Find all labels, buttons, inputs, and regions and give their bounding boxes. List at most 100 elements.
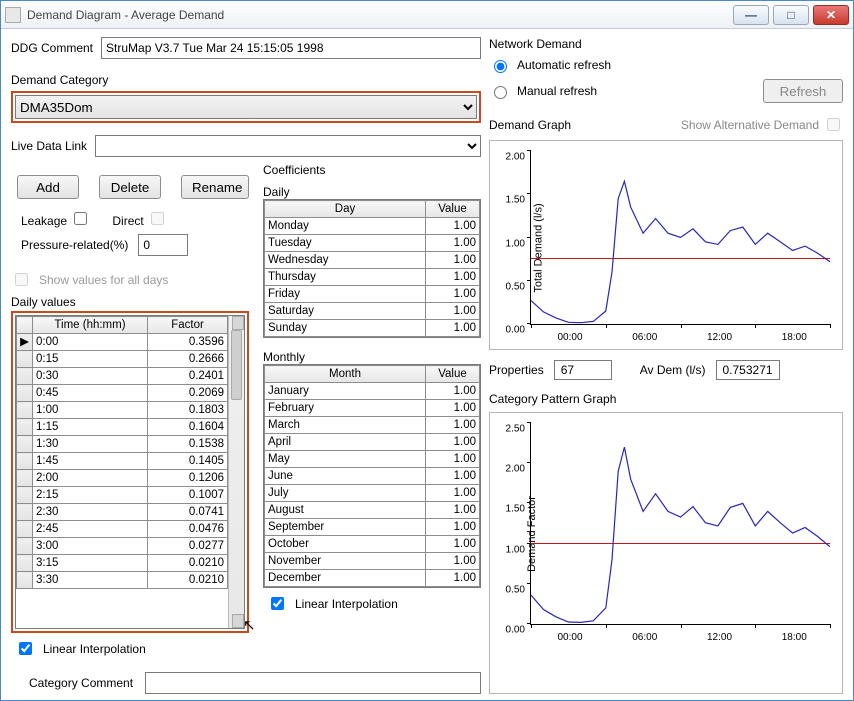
x-tick: 00:00 (557, 332, 582, 343)
y-tick: 1.50 (499, 195, 525, 206)
monthly-coeffs-table[interactable]: Month Value January1.00February1.00March… (264, 365, 480, 587)
x-tick: 18:00 (782, 632, 807, 643)
table-row[interactable]: Saturday1.00 (265, 303, 480, 320)
table-row[interactable]: 1:300.1538 (17, 436, 228, 453)
auto-refresh-radio[interactable] (494, 60, 507, 73)
coefficients-panel: Coefficients Daily Day Value Monday1.00T… (263, 163, 481, 658)
ddg-comment-label: DDG Comment (11, 41, 93, 55)
left-column: DDG Comment Demand Category DMA35Dom Liv… (11, 37, 481, 694)
dailyvalues-table[interactable]: Time (hh:mm) Factor ▶0:000.35960:150.266… (16, 316, 228, 628)
ddg-comment-input[interactable] (101, 37, 481, 59)
table-row[interactable]: 3:300.0210 (17, 572, 228, 589)
table-row[interactable]: August1.00 (265, 502, 480, 519)
x-tick: 06:00 (632, 632, 657, 643)
table-row[interactable]: Wednesday1.00 (265, 252, 480, 269)
leakage-label: Leakage (21, 209, 90, 228)
table-row[interactable]: 0:450.2069 (17, 385, 228, 402)
table-row[interactable]: October1.00 (265, 536, 480, 553)
table-row[interactable]: 1:150.1604 (17, 419, 228, 436)
demand-category-select[interactable]: DMA35Dom (15, 95, 477, 119)
table-row[interactable]: April1.00 (265, 434, 480, 451)
dailyvalues-highlight: Time (hh:mm) Factor ▶0:000.35960:150.266… (11, 311, 249, 633)
table-row[interactable]: 2:000.1206 (17, 470, 228, 487)
y-tick: 1.00 (499, 238, 525, 249)
table-row[interactable]: February1.00 (265, 400, 480, 417)
client-area: DDG Comment Demand Category DMA35Dom Liv… (1, 29, 853, 700)
dailyvalues-header-factor: Factor (148, 317, 228, 334)
y-tick: 0.50 (499, 281, 525, 292)
demand-graph: Total Demand (l/s) 0.000.501.001.502.00 … (489, 140, 843, 350)
table-row[interactable]: Tuesday1.00 (265, 235, 480, 252)
properties-value: 67 (554, 360, 612, 380)
category-comment-label: Category Comment (29, 676, 133, 690)
app-icon (5, 7, 21, 23)
properties-label: Properties (489, 363, 544, 377)
table-row[interactable]: 2:450.0476 (17, 521, 228, 538)
category-comment-input[interactable] (145, 672, 481, 694)
linear-interp-checkbox-1[interactable] (19, 642, 32, 655)
close-button[interactable]: ✕ (813, 5, 849, 25)
leakage-checkbox[interactable] (74, 212, 87, 225)
table-row[interactable]: March1.00 (265, 417, 480, 434)
x-tick: 12:00 (707, 332, 732, 343)
table-row[interactable]: 0:150.2666 (17, 351, 228, 368)
table-row[interactable]: Monday1.00 (265, 218, 480, 235)
table-row[interactable]: 2:300.0741 (17, 504, 228, 521)
maximize-button[interactable]: □ (773, 5, 809, 25)
auto-refresh-label: Automatic refresh (517, 58, 611, 72)
table-row[interactable]: May1.00 (265, 451, 480, 468)
dailyvalues-panel: Add Delete Rename Leakage Direct Pressur… (11, 163, 249, 658)
table-row[interactable]: ▶0:000.3596 (17, 334, 228, 351)
pressure-label: Pressure-related(%) (21, 238, 128, 252)
minimize-button[interactable]: — (733, 5, 769, 25)
direct-checkbox (151, 212, 164, 225)
showall-label: Show values for all days (39, 273, 168, 287)
table-row[interactable]: September1.00 (265, 519, 480, 536)
y-tick: 0.00 (499, 325, 525, 336)
pressure-input[interactable] (138, 234, 188, 256)
table-row[interactable]: Thursday1.00 (265, 269, 480, 286)
table-row[interactable]: 1:450.1405 (17, 453, 228, 470)
table-row[interactable]: Friday1.00 (265, 286, 480, 303)
add-button[interactable]: Add (17, 175, 79, 199)
manual-refresh-label: Manual refresh (517, 84, 597, 98)
x-tick: 18:00 (782, 332, 807, 343)
dailyvalues-title: Daily values (11, 295, 249, 309)
table-row[interactable]: January1.00 (265, 383, 480, 400)
table-row[interactable]: 3:150.0210 (17, 555, 228, 572)
table-row[interactable]: Sunday1.00 (265, 320, 480, 337)
y-tick: 2.50 (499, 424, 525, 435)
linear-interp-checkbox-2[interactable] (271, 597, 284, 610)
right-column: Network Demand Automatic refresh Manual … (489, 37, 843, 694)
app-window: Demand Diagram - Average Demand — □ ✕ DD… (0, 0, 854, 701)
x-tick: 12:00 (707, 632, 732, 643)
manual-refresh-radio[interactable] (494, 86, 507, 99)
table-row[interactable]: June1.00 (265, 468, 480, 485)
monthly-coeff-header-month: Month (265, 366, 426, 383)
table-row[interactable]: November1.00 (265, 553, 480, 570)
coeff-monthly-label: Monthly (263, 350, 481, 364)
y-tick: 1.00 (499, 544, 525, 555)
rename-button[interactable]: Rename (181, 175, 249, 199)
dailyvalues-header-time: Time (hh:mm) (33, 317, 148, 334)
dailyvalues-scrollbar[interactable] (228, 316, 244, 628)
x-tick: 00:00 (557, 632, 582, 643)
livedata-select[interactable] (95, 135, 481, 157)
linear-interp-label-2: Linear Interpolation (295, 597, 398, 611)
y-tick: 0.50 (499, 584, 525, 595)
show-alt-demand-label: Show Alternative Demand (681, 118, 819, 132)
table-row[interactable]: 3:000.0277 (17, 538, 228, 555)
daily-coeffs-table[interactable]: Day Value Monday1.00Tuesday1.00Wednesday… (264, 200, 480, 337)
delete-button[interactable]: Delete (99, 175, 161, 199)
coefficients-title: Coefficients (263, 163, 481, 177)
table-row[interactable]: July1.00 (265, 485, 480, 502)
network-demand-title: Network Demand (489, 37, 843, 51)
table-row[interactable]: 0:300.2401 (17, 368, 228, 385)
avdem-value: 0.753271 (716, 360, 780, 380)
table-row[interactable]: 1:000.1803 (17, 402, 228, 419)
x-tick: 06:00 (632, 332, 657, 343)
table-row[interactable]: December1.00 (265, 570, 480, 587)
table-row[interactable]: 2:150.1007 (17, 487, 228, 504)
y-tick: 2.00 (499, 152, 525, 163)
demand-graph-title: Demand Graph (489, 118, 571, 132)
